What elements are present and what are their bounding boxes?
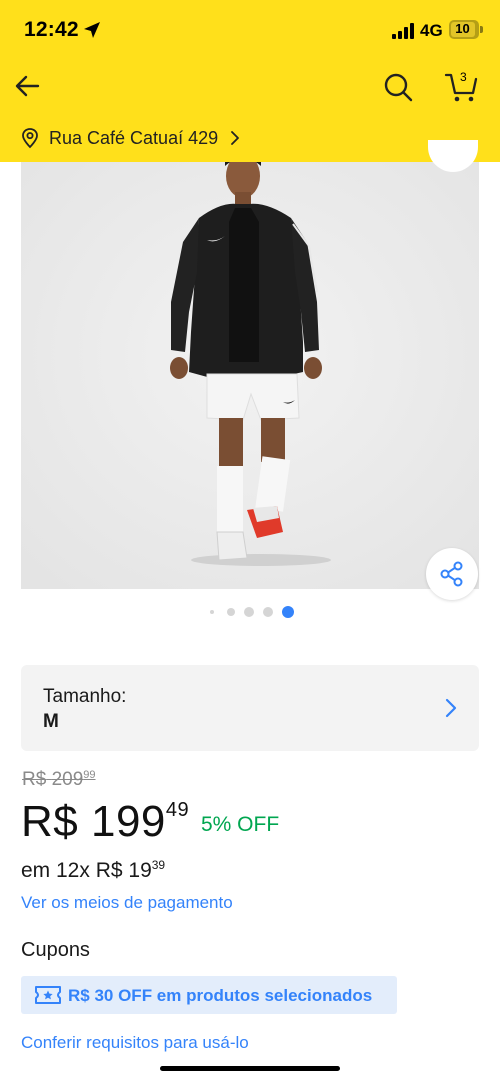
location-pin-icon (22, 128, 38, 149)
coupon-badge[interactable]: R$ 30 OFF em produtos selecionados (21, 976, 397, 1014)
chevron-right-icon (445, 698, 457, 718)
pagination-dot[interactable] (263, 607, 273, 617)
battery-icon: 10 (449, 20, 479, 39)
status-bar: 12:42 4G 10 (0, 0, 500, 58)
coupons-title: Cupons (21, 939, 90, 961)
pagination-dot[interactable] (210, 610, 214, 614)
chevron-right-icon (231, 131, 240, 145)
current-price: R$ 19949 (21, 797, 190, 846)
coupon-text: R$ 30 OFF em produtos selecionados (68, 986, 373, 1005)
product-photo (21, 162, 479, 589)
pagination-dot[interactable] (244, 607, 254, 617)
size-selector[interactable]: Tamanho: M (21, 665, 479, 751)
pagination-dot[interactable] (227, 608, 235, 616)
address-text: Rua Café Catuaí 429 (49, 127, 219, 148)
size-label: Tamanho: (43, 686, 127, 707)
search-icon[interactable] (382, 71, 414, 103)
coupon-ticket-icon (35, 986, 61, 1004)
product-image[interactable] (21, 162, 479, 589)
back-arrow-icon[interactable] (12, 70, 44, 102)
cart-button[interactable]: 3 (444, 68, 478, 104)
size-value: M (43, 711, 59, 732)
pagination-dot-active[interactable] (282, 606, 294, 618)
share-button[interactable] (426, 548, 478, 600)
discount-badge: 5% OFF (201, 813, 280, 836)
home-indicator[interactable] (160, 1066, 340, 1071)
location-arrow-icon (84, 22, 100, 38)
app-header: 12:42 4G 10 3 Rua Café Catuaí 429 (0, 0, 500, 162)
gallery-pagination (205, 605, 305, 619)
status-time: 12:42 (24, 18, 79, 41)
network-type: 4G (420, 21, 443, 40)
share-icon (440, 561, 463, 587)
delivery-address[interactable]: Rua Café Catuaí 429 (20, 124, 242, 152)
installments-text: em 12x R$ 1939 (21, 858, 166, 882)
original-price: R$ 20999 (22, 769, 96, 790)
battery-tip (480, 26, 483, 33)
coupon-requirements-link[interactable]: Conferir requisitos para usá-lo (21, 1033, 249, 1053)
cart-count: 3 (460, 70, 467, 84)
cellular-signal-icon (392, 23, 414, 39)
payment-methods-link[interactable]: Ver os meios de pagamento (21, 893, 233, 913)
battery-level: 10 (455, 21, 470, 36)
